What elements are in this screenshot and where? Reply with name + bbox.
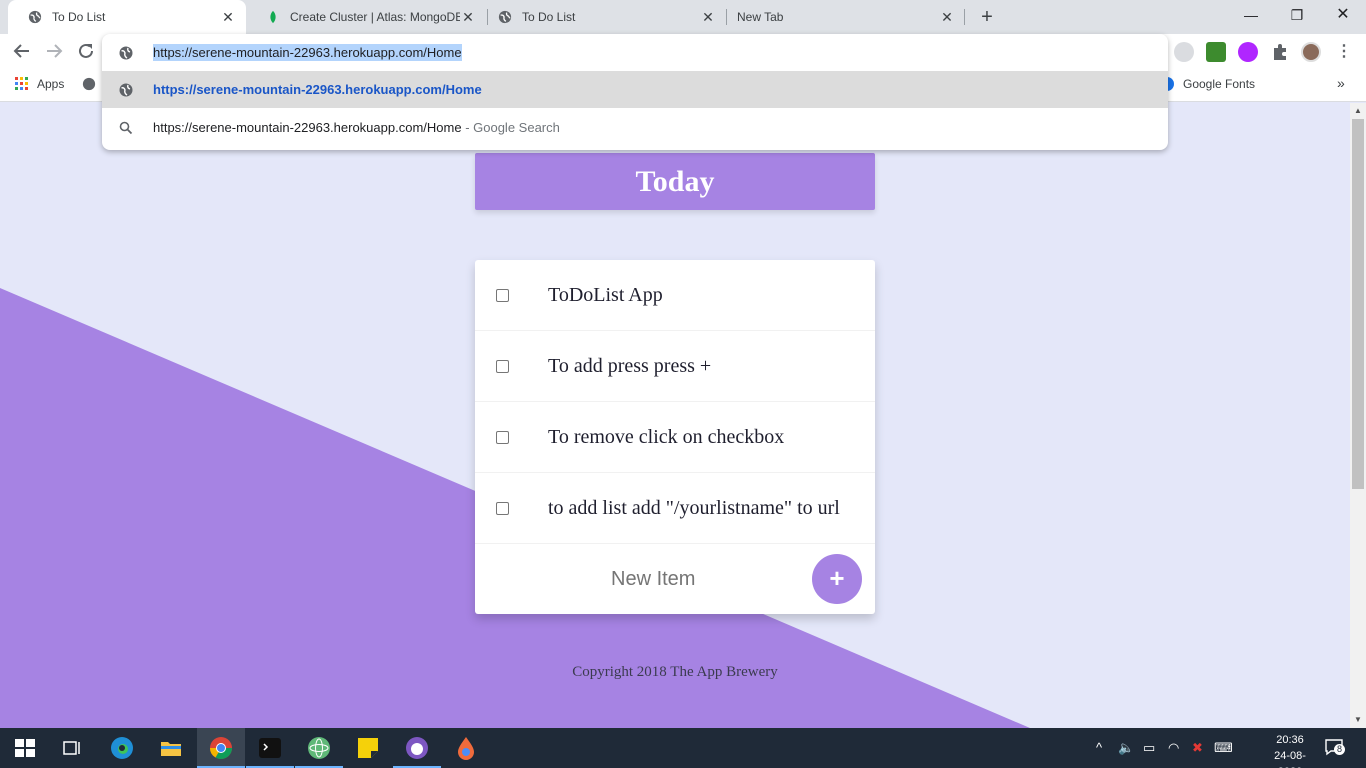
terminal-icon[interactable] [258,736,282,760]
item-checkbox[interactable] [496,430,509,444]
atom-editor-icon[interactable] [307,736,331,760]
notifications-icon[interactable]: 8 [1324,738,1345,756]
tab-title: Create Cluster | Atlas: MongoDB [290,10,460,24]
clock-date: 24-08-2020 [1274,750,1306,768]
apps-grid-icon [15,77,28,90]
file-explorer-icon[interactable] [159,736,183,760]
suggestion-text: https://serene-mountain-22963.herokuapp.… [153,82,482,97]
notification-count: 8 [1334,744,1345,755]
scroll-down-arrow-icon[interactable]: ▼ [1350,712,1366,728]
mongodb-leaf-icon [270,10,276,24]
bookmarks-overflow-button[interactable]: » [1337,75,1345,91]
tab-title: To Do List [52,10,106,24]
close-tab-icon[interactable]: ✕ [700,9,716,25]
page-title: Today [635,164,715,198]
tab-strip: To Do List ✕ Create Cluster | Atlas: Mon… [0,0,1366,34]
back-button[interactable] [11,42,33,64]
apps-label: Apps [37,77,65,91]
apps-bookmark[interactable]: Apps [15,77,64,91]
close-tab-icon[interactable]: ✕ [220,9,236,25]
item-label: To add press press + [548,354,712,377]
address-bar[interactable]: https://serene-mountain-22963.herokuapp.… [102,34,1168,71]
clock-time: 20:36 [1276,734,1304,746]
tab-to-do-list-2[interactable]: To Do List ✕ [478,0,726,34]
globe-icon [119,83,133,96]
tab-new-tab[interactable]: New Tab ✕ [717,0,965,34]
windows-taskbar: ^ 🔈 ▭ ◠ ✖ ⌨ 20:36 24-08-2020 8 [0,728,1366,768]
battery-icon[interactable]: ▭ [1143,740,1155,756]
window-close-button[interactable]: ✕ [1320,0,1366,30]
reload-icon [79,43,93,58]
google-fonts-label: Google Fonts [1183,77,1256,91]
item-checkbox[interactable] [496,501,509,515]
url-input[interactable]: https://serene-mountain-22963.herokuapp.… [153,44,462,61]
globe-icon [82,77,96,91]
item-label: To remove click on checkbox [548,425,785,448]
html-extension-icon[interactable] [1206,42,1226,62]
forward-arrow-icon [47,44,63,58]
search-icon [119,121,133,134]
page-content: Today ToDoList App To add press press + … [0,103,1350,728]
close-tab-icon[interactable]: ✕ [460,9,476,25]
google-fonts-bookmark[interactable]: Google Fonts [1160,77,1255,91]
windows-start-icon[interactable] [13,736,37,760]
restore-button[interactable]: ❐ [1274,0,1320,30]
taskbar-clock[interactable]: 20:36 24-08-2020 [1262,732,1318,768]
wifi-icon[interactable]: ◠ [1168,740,1179,756]
globe-bookmark[interactable] [82,77,96,91]
item-checkbox[interactable] [496,359,509,373]
globe-icon [28,10,42,24]
globe-icon [119,46,133,59]
sticky-notes-icon[interactable] [356,736,380,760]
puzzle-extensions-icon[interactable] [1270,42,1290,62]
forward-button[interactable] [43,42,65,64]
scrollbar-thumb[interactable] [1352,119,1364,489]
keyboard-icon[interactable]: ⌨ [1214,740,1233,756]
todo-card: ToDoList App To add press press + To rem… [475,260,875,614]
globe-icon [498,10,512,24]
color-extension-icon[interactable] [1238,42,1258,62]
new-tab-button[interactable]: + [976,6,998,28]
tab-title: New Tab [737,10,784,24]
antivirus-icon[interactable]: ✖ [1192,740,1203,756]
add-item-button[interactable]: + [812,554,862,604]
item-label: to add list add "/yourlistname" to url [548,496,840,519]
suggestion-search[interactable]: https://serene-mountain-22963.herokuapp.… [102,109,1168,146]
task-view-icon[interactable] [60,736,84,760]
tab-title: To Do List [522,10,576,24]
paint-drop-icon[interactable] [454,736,478,760]
scroll-up-arrow-icon[interactable]: ▲ [1350,103,1366,119]
profile-avatar[interactable] [1301,42,1321,62]
footer-copyright: Copyright 2018 The App Brewery [572,664,778,680]
puzzle-icon [1274,44,1286,60]
list-item: To remove click on checkbox [475,402,875,473]
page-scrollbar[interactable]: ▲ ▼ [1350,103,1366,728]
tab-to-do-list[interactable]: To Do List ✕ [8,0,246,34]
close-tab-icon[interactable]: ✕ [939,9,955,25]
bug-extension-icon[interactable] [1174,42,1194,62]
list-item: ToDoList App [475,260,875,331]
list-item: To add press press + [475,331,875,402]
list-item: to add list add "/yourlistname" to url [475,473,875,544]
menu-kebab-icon[interactable]: ⋮ [1334,42,1354,62]
github-desktop-icon[interactable] [405,736,429,760]
back-arrow-icon [13,44,29,58]
item-label: ToDoList App [548,283,663,306]
edge-browser-icon[interactable] [110,736,134,760]
minimize-button[interactable]: — [1228,0,1274,30]
suggestion-suffix: - Google Search [461,120,560,135]
heading-box: Today [475,153,875,210]
item-checkbox[interactable] [496,288,509,302]
chrome-icon[interactable] [209,736,233,760]
suggestion-text: https://serene-mountain-22963.herokuapp.… [153,120,462,135]
tab-separator [964,9,965,25]
tray-chevron-icon[interactable]: ^ [1096,740,1102,755]
omnibox-dropdown: https://serene-mountain-22963.herokuapp.… [102,34,1168,150]
new-item-input[interactable]: New Item [611,568,695,591]
reload-button[interactable] [75,42,97,64]
tab-mongodb[interactable]: Create Cluster | Atlas: MongoDB ✕ [246,0,486,34]
volume-icon[interactable]: 🔈 [1118,740,1134,756]
new-item-form: New Item + [475,544,875,614]
suggestion-url[interactable]: https://serene-mountain-22963.herokuapp.… [102,71,1168,108]
